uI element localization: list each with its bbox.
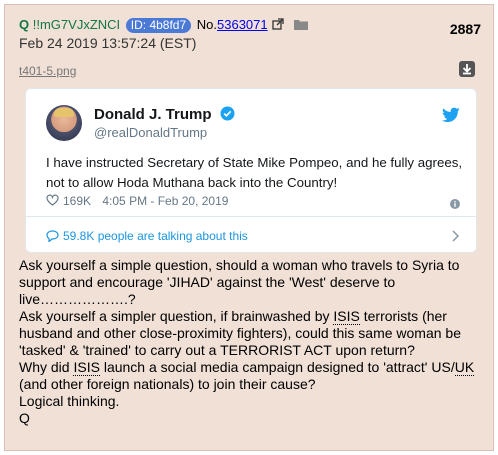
like-count[interactable]: 169K	[63, 194, 91, 208]
chevron-right-icon[interactable]	[451, 229, 460, 242]
tweet-author-name-text: Donald J. Trump	[94, 106, 212, 123]
message-line: Ask yourself a simpler question, if brai…	[19, 308, 489, 359]
tripcode: !!mG7VJxZNCI	[32, 17, 121, 32]
download-icon[interactable]	[459, 61, 475, 77]
message-signature: Q	[19, 410, 30, 426]
message-line: Why did ISIS launch a social media campa…	[19, 359, 489, 393]
tweet-timestamp[interactable]: 4:05 PM - Feb 20, 2019	[102, 194, 228, 208]
message-text: launch a social media campaign designed …	[99, 359, 455, 375]
tweet-author-name[interactable]: Donald J. Trump	[94, 106, 235, 123]
poster-id-badge[interactable]: ID: 4b8fd7	[125, 18, 192, 33]
speech-bubble-icon	[46, 230, 59, 243]
message-line: Logical thinking.	[19, 393, 120, 409]
verified-badge-icon	[220, 106, 235, 121]
tweet-conversation-text: 59.8K people are talking about this	[63, 229, 248, 243]
tweet-conversation-link[interactable]: 59.8K people are talking about this	[46, 229, 248, 243]
heart-icon[interactable]	[46, 194, 59, 206]
tweet-text: I have instructed Secretary of State Mik…	[46, 155, 463, 190]
tweet-divider	[26, 216, 476, 217]
post-header: Q !!mG7VJxZNCI ID: 4b8fd7 No.5363071	[19, 17, 308, 33]
message-line: Ask yourself a simple question, should a…	[19, 257, 460, 307]
post-number-label: No.	[196, 17, 218, 32]
message-text: (and other foreign nationals) to join th…	[19, 376, 316, 392]
post-number-link[interactable]: 5363071	[217, 17, 268, 32]
message-text: Ask yourself a simpler question, if brai…	[19, 308, 334, 324]
info-icon[interactable]	[450, 196, 460, 209]
message-text: Why did	[19, 359, 74, 375]
twitter-bird-icon[interactable]	[442, 107, 460, 123]
post-date: Feb 24 2019 13:57:24 (EST)	[19, 35, 197, 51]
isis-abbr: ISIS	[333, 308, 360, 325]
avatar[interactable]	[46, 105, 82, 141]
tweet-author-handle[interactable]: @realDonaldTrump	[94, 125, 207, 140]
isis-abbr: ISIS	[73, 359, 100, 376]
attachment-filename[interactable]: t401-5.png	[19, 64, 76, 78]
folder-icon[interactable]	[293, 18, 308, 30]
poster-name: Q	[19, 17, 30, 32]
uk-abbr: UK	[454, 359, 475, 376]
post: Q !!mG7VJxZNCI ID: 4b8fd7 No.5363071 Feb…	[4, 4, 494, 451]
post-message: Ask yourself a simple question, should a…	[19, 257, 489, 427]
tweet-meta: 169K 4:05 PM - Feb 20, 2019	[46, 194, 228, 208]
embedded-tweet[interactable]: Donald J. Trump @realDonaldTrump I have …	[25, 88, 477, 253]
post-count: 2887	[449, 21, 481, 37]
external-link-icon[interactable]	[272, 18, 284, 30]
